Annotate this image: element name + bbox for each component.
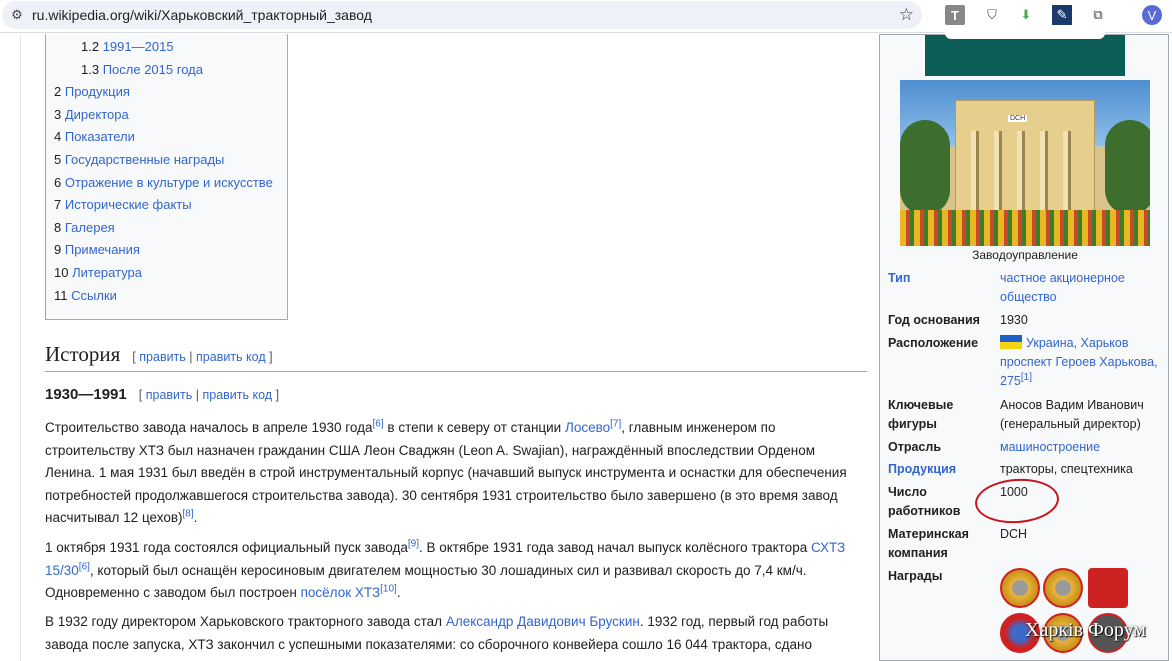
table-of-contents: 1.2 1991—2015 1.3 После 2015 года 2 Продук… — [45, 34, 288, 320]
toc-number: 10 — [54, 265, 69, 280]
edit-code-link[interactable]: править код — [196, 350, 266, 364]
toc-link[interactable]: Примечания — [65, 242, 140, 257]
toc-item[interactable]: 10 Литература — [54, 265, 142, 280]
infobox: DCH Заводоуправление Тип частное акционер… — [879, 27, 1169, 661]
toc-item[interactable]: 11 Ссылки — [54, 288, 117, 303]
bookmark-star-icon[interactable]: ☆ — [899, 5, 914, 25]
toc-link[interactable]: Отражение в культуре и искусстве — [65, 175, 273, 190]
download-extension-icon[interactable]: ⬇ — [1016, 5, 1036, 25]
toc-item[interactable]: 3 Директора — [54, 107, 129, 122]
toc-number: 7 — [54, 197, 62, 213]
toc-item[interactable]: 1.2 1991—2015 — [81, 39, 174, 54]
toc-item[interactable]: 1.3 После 2015 года — [81, 62, 203, 77]
toc-item[interactable]: 7 Исторические факты — [54, 197, 192, 212]
photo-caption: Заводоуправление — [972, 248, 1078, 262]
section-heading-history: История[ править | править код ] — [45, 342, 867, 372]
toc-link[interactable]: Литература — [72, 265, 142, 280]
watermark: Харків Форум — [1025, 619, 1146, 641]
reference-link[interactable]: [6] — [79, 561, 90, 572]
paragraph: 1 октября 1931 года состоялся официальны… — [45, 538, 846, 600]
link-losevo[interactable]: Лосево — [565, 420, 610, 435]
site-settings-icon[interactable]: ⚙ — [2, 7, 32, 23]
subsection-heading: 1930—1991[ править | править код ] — [45, 386, 280, 403]
toc-link[interactable]: Исторические факты — [65, 197, 192, 212]
order-red-star-icon[interactable] — [1088, 568, 1128, 608]
toc-number: 8 — [54, 219, 62, 235]
toc-item[interactable]: 5 Государственные награды — [54, 152, 224, 167]
toc-link[interactable]: Директора — [65, 107, 129, 122]
paragraph: В 1932 году директором Харьковского трак… — [45, 614, 829, 652]
toc-number: 6 — [54, 174, 62, 190]
toc-link[interactable]: Государственные награды — [65, 152, 225, 167]
ukraine-flag-icon — [1000, 335, 1022, 349]
order-of-lenin-icon[interactable] — [1043, 568, 1083, 608]
toc-number: 3 — [54, 106, 62, 122]
toc-number: 1.2 — [81, 39, 100, 54]
divider — [20, 34, 21, 661]
toc-item[interactable]: 8 Галерея — [54, 220, 115, 235]
logo-banner — [925, 27, 1125, 76]
edit-link[interactable]: править — [139, 350, 186, 364]
edit-link[interactable]: править — [146, 388, 193, 402]
toc-number: 11 — [54, 287, 68, 303]
toc-link[interactable]: После 2015 года — [103, 62, 203, 77]
translate-extension-icon[interactable]: T — [945, 5, 965, 25]
photo-sign: DCH — [1008, 115, 1028, 122]
toc-number: 1.3 — [81, 61, 100, 77]
toc-number: 4 — [54, 129, 62, 145]
toc-item[interactable]: 4 Показатели — [54, 129, 135, 144]
toc-number: 5 — [54, 152, 62, 167]
link-poselok[interactable]: посёлок ХТЗ — [301, 585, 381, 600]
reference-link[interactable]: [9] — [408, 539, 419, 550]
reference-link[interactable]: [10] — [380, 584, 397, 595]
article-page: 1.2 1991—2015 1.3 После 2015 года 2 Продук… — [0, 27, 1172, 661]
toc-number: 2 — [54, 84, 62, 100]
toc-link[interactable]: 1991—2015 — [103, 39, 174, 54]
reference-link[interactable]: [8] — [183, 509, 194, 520]
paragraph: Строительство завода началось в апреле 1… — [45, 418, 847, 525]
toc-link[interactable]: Продукция — [65, 84, 130, 99]
order-of-lenin-icon[interactable] — [1000, 568, 1040, 608]
pen-extension-icon[interactable]: ✎ — [1052, 5, 1072, 25]
reference-link[interactable]: [7] — [610, 419, 621, 430]
toc-link[interactable]: Ссылки — [71, 288, 117, 303]
building-photo[interactable]: DCH — [900, 80, 1150, 246]
extensions-puzzle-icon[interactable]: ⧉ — [1088, 5, 1108, 25]
toc-link[interactable]: Показатели — [65, 129, 135, 144]
profile-avatar[interactable]: V — [1142, 5, 1162, 25]
toc-number: 9 — [54, 242, 62, 258]
link-bruskin[interactable]: Александр Давидович Брускин — [446, 614, 640, 629]
edit-code-link[interactable]: править код — [202, 388, 272, 402]
reference-link[interactable]: [6] — [373, 419, 384, 430]
toc-item[interactable]: 6 Отражение в культуре и искусстве — [54, 175, 273, 190]
shield-extension-icon[interactable]: ⛉ — [982, 5, 1002, 25]
toc-item[interactable]: 2 Продукция — [54, 84, 130, 99]
address-bar[interactable]: ⚙ ru.wikipedia.org/wiki/Харьковский_трак… — [2, 1, 922, 29]
toc-link[interactable]: Галерея — [65, 220, 115, 235]
url-text[interactable]: ru.wikipedia.org/wiki/Харьковский_тракто… — [32, 7, 372, 23]
toc-item[interactable]: 9 Примечания — [54, 242, 140, 257]
